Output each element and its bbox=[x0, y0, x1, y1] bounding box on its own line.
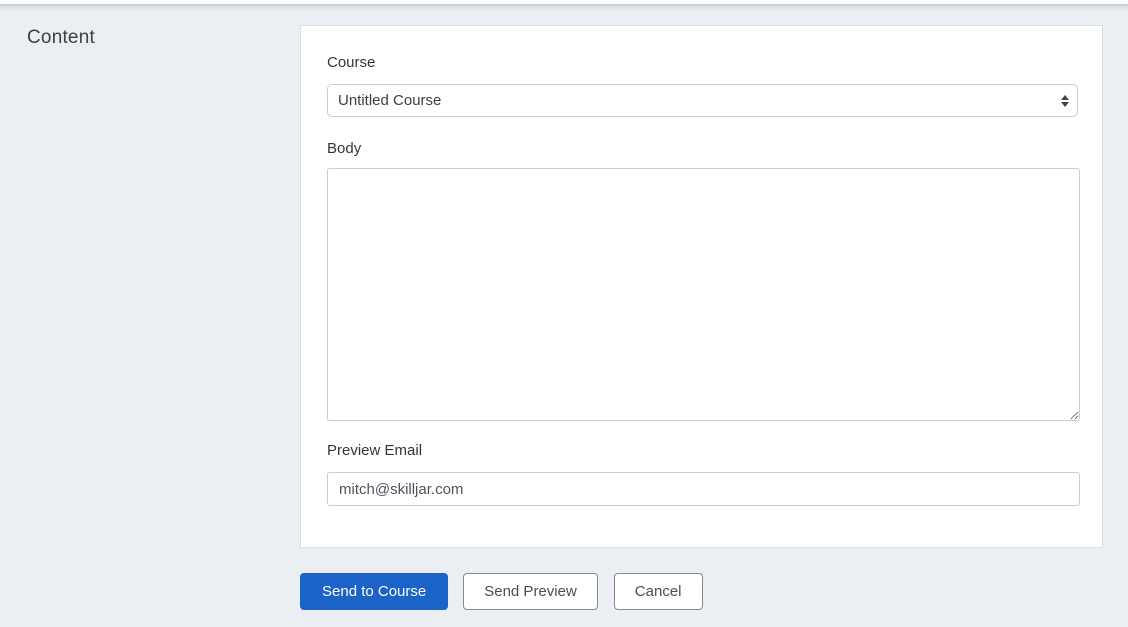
content-form-card: Course Untitled Course Body Preview Emai… bbox=[300, 25, 1103, 548]
course-label: Course bbox=[327, 54, 376, 71]
send-preview-button[interactable]: Send Preview bbox=[463, 573, 598, 610]
form-actions: Send to Course Send Preview Cancel bbox=[300, 573, 703, 610]
course-select[interactable]: Untitled Course bbox=[327, 84, 1078, 117]
cancel-button[interactable]: Cancel bbox=[613, 573, 703, 610]
body-textarea[interactable] bbox=[327, 168, 1080, 421]
preview-email-input[interactable] bbox=[327, 472, 1080, 506]
page: Content Course Untitled Course Body Prev… bbox=[0, 0, 1128, 627]
preview-email-label: Preview Email bbox=[327, 442, 423, 459]
body-label: Body bbox=[327, 140, 362, 157]
section-title: Content bbox=[27, 27, 95, 48]
send-to-course-button[interactable]: Send to Course bbox=[300, 573, 449, 610]
course-select-wrap: Untitled Course bbox=[327, 84, 1078, 117]
